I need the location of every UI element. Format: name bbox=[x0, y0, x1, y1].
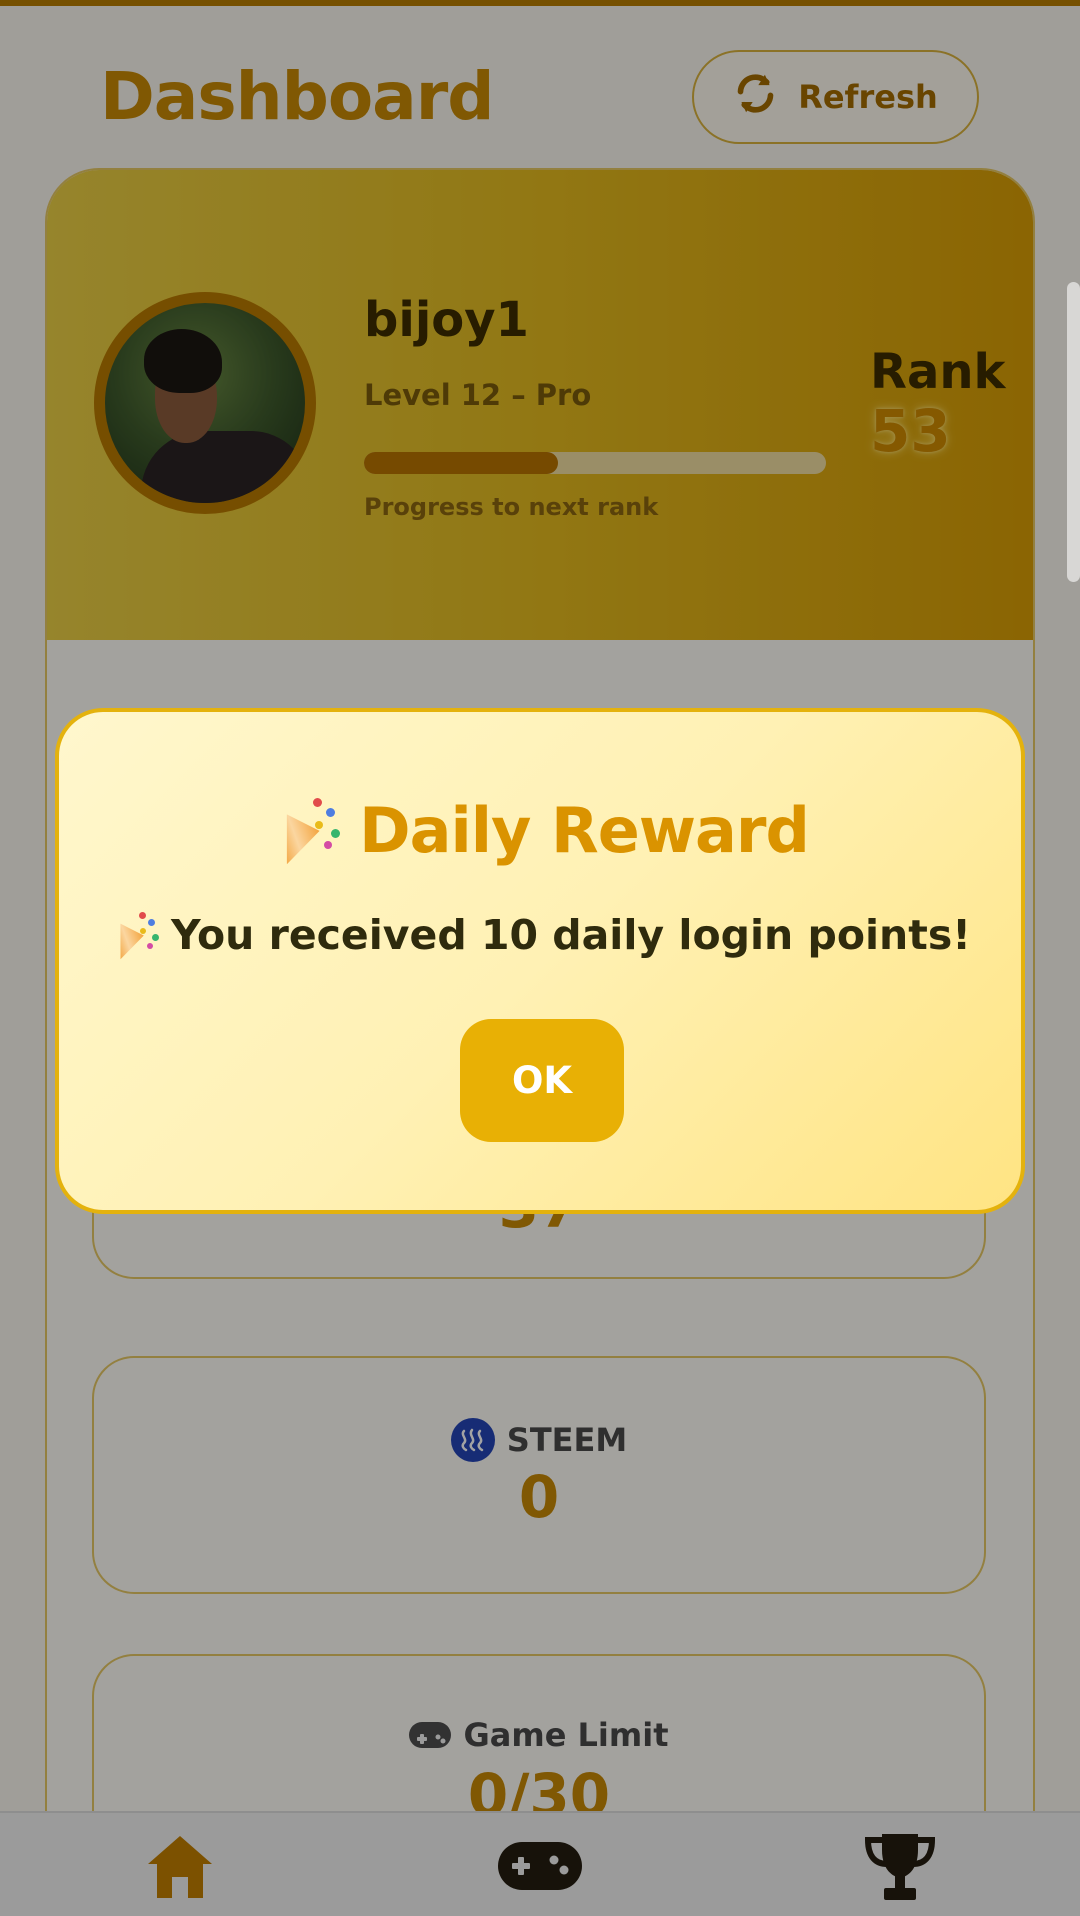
daily-reward-modal: Daily Reward You received 10 daily login… bbox=[55, 708, 1025, 1214]
modal-title-row: Daily Reward bbox=[59, 794, 1021, 867]
party-popper-icon bbox=[271, 796, 341, 866]
modal-message: You received 10 daily login points! bbox=[171, 911, 971, 959]
ok-button[interactable]: OK bbox=[460, 1019, 624, 1142]
modal-message-row: You received 10 daily login points! bbox=[59, 910, 1021, 960]
modal-title: Daily Reward bbox=[359, 794, 810, 867]
party-popper-icon bbox=[109, 910, 160, 960]
scrollbar-thumb[interactable] bbox=[1067, 282, 1080, 582]
dashboard-page: Dashboard Refresh bijoy1 Level 12 – Pro bbox=[0, 0, 1080, 1916]
